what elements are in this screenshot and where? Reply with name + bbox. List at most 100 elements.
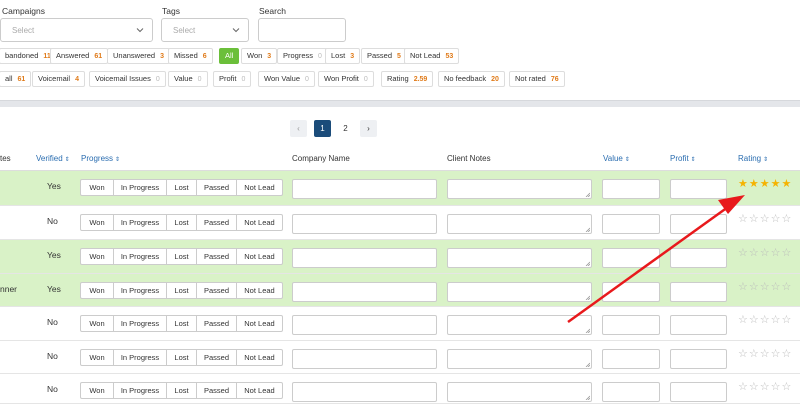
pagination-next-button[interactable]: › (360, 120, 377, 137)
progress-passed-button[interactable]: Passed (197, 180, 237, 195)
filter-chip-won-value[interactable]: Won Value 0 (258, 71, 315, 87)
profit-input[interactable] (670, 248, 727, 268)
filter-chip-progress[interactable]: Progress 0 (277, 48, 328, 64)
column-header-progress[interactable]: Progress ⇕ (81, 154, 120, 163)
pagination-page-1[interactable]: 1 (314, 120, 331, 137)
progress-in-progress-button[interactable]: In Progress (114, 383, 167, 398)
progress-lost-button[interactable]: Lost (167, 283, 197, 298)
profit-input[interactable] (670, 315, 727, 335)
client-notes-textarea[interactable] (447, 382, 592, 402)
filter-chip-not-rated[interactable]: Not rated 76 (509, 71, 565, 87)
value-input[interactable] (602, 248, 660, 268)
value-input[interactable] (602, 214, 660, 234)
progress-lost-button[interactable]: Lost (167, 249, 197, 264)
pagination-page-2[interactable]: 2 (337, 120, 354, 137)
filter-chip-profit[interactable]: Profit 0 (213, 71, 252, 87)
company-name-input[interactable] (292, 349, 437, 369)
value-input[interactable] (602, 179, 660, 199)
progress-passed-button[interactable]: Passed (197, 316, 237, 331)
progress-won-button[interactable]: Won (81, 215, 114, 230)
progress-in-progress-button[interactable]: In Progress (114, 350, 167, 365)
profit-input[interactable] (670, 349, 727, 369)
progress-lost-button[interactable]: Lost (167, 180, 197, 195)
column-header-name[interactable]: tes (0, 154, 11, 163)
progress-won-button[interactable]: Won (81, 350, 114, 365)
company-name-input[interactable] (292, 179, 437, 199)
progress-in-progress-button[interactable]: In Progress (114, 316, 167, 331)
value-input[interactable] (602, 349, 660, 369)
campaigns-select[interactable]: Select (0, 18, 153, 42)
progress-not-lead-button[interactable]: Not Lead (237, 249, 282, 264)
filter-chip-voicemail[interactable]: Voicemail 4 (32, 71, 86, 87)
progress-not-lead-button[interactable]: Not Lead (237, 316, 282, 331)
profit-input[interactable] (670, 382, 727, 402)
star-rating[interactable]: ☆☆☆☆☆ (738, 380, 792, 393)
star-rating[interactable]: ☆☆☆☆☆ (738, 246, 792, 259)
filter-chip-no-feedback[interactable]: No feedback 20 (438, 71, 505, 87)
progress-not-lead-button[interactable]: Not Lead (237, 383, 282, 398)
progress-won-button[interactable]: Won (81, 283, 114, 298)
progress-not-lead-button[interactable]: Not Lead (237, 215, 282, 230)
company-name-input[interactable] (292, 248, 437, 268)
filter-chip-won-profit[interactable]: Won Profit 0 (318, 71, 374, 87)
filter-chip-passed[interactable]: Passed 5 (361, 48, 407, 64)
tags-select[interactable]: Select (161, 18, 249, 42)
progress-won-button[interactable]: Won (81, 316, 114, 331)
progress-passed-button[interactable]: Passed (197, 383, 237, 398)
progress-won-button[interactable]: Won (81, 249, 114, 264)
star-rating[interactable]: ☆☆☆☆☆ (738, 313, 792, 326)
client-notes-textarea[interactable] (447, 179, 592, 199)
value-input[interactable] (602, 382, 660, 402)
filter-chip-abandoned[interactable]: bandoned 11 (0, 48, 57, 64)
star-rating[interactable]: ☆☆☆☆☆ (738, 212, 792, 225)
progress-in-progress-button[interactable]: In Progress (114, 215, 167, 230)
profit-input[interactable] (670, 282, 727, 302)
progress-lost-button[interactable]: Lost (167, 215, 197, 230)
company-name-input[interactable] (292, 382, 437, 402)
client-notes-textarea[interactable] (447, 214, 592, 234)
filter-chip-voicemail-issues[interactable]: Voicemail Issues 0 (89, 71, 166, 87)
client-notes-textarea[interactable] (447, 349, 592, 369)
client-notes-textarea[interactable] (447, 282, 592, 302)
client-notes-textarea[interactable] (447, 315, 592, 335)
filter-chip-won[interactable]: Won 3 (241, 48, 278, 64)
company-name-input[interactable] (292, 315, 437, 335)
progress-in-progress-button[interactable]: In Progress (114, 249, 167, 264)
progress-not-lead-button[interactable]: Not Lead (237, 180, 282, 195)
progress-won-button[interactable]: Won (81, 180, 114, 195)
filter-chip-rating[interactable]: Rating 2.59 (381, 71, 434, 87)
progress-in-progress-button[interactable]: In Progress (114, 180, 167, 195)
progress-lost-button[interactable]: Lost (167, 350, 197, 365)
star-rating[interactable]: ☆☆☆☆☆ (738, 347, 792, 360)
progress-passed-button[interactable]: Passed (197, 215, 237, 230)
column-header-rating[interactable]: Rating ⇕ (738, 154, 768, 163)
column-header-profit[interactable]: Profit ⇕ (670, 154, 696, 163)
progress-passed-button[interactable]: Passed (197, 350, 237, 365)
filter-chip-all-calls[interactable]: all 61 (0, 71, 32, 87)
profit-input[interactable] (670, 179, 727, 199)
search-input[interactable] (258, 18, 346, 42)
star-rating[interactable]: ☆☆☆☆☆ (738, 280, 792, 293)
progress-in-progress-button[interactable]: In Progress (114, 283, 167, 298)
progress-passed-button[interactable]: Passed (197, 249, 237, 264)
filter-chip-unanswered[interactable]: Unanswered 3 (107, 48, 171, 64)
profit-input[interactable] (670, 214, 727, 234)
progress-passed-button[interactable]: Passed (197, 283, 237, 298)
progress-not-lead-button[interactable]: Not Lead (237, 350, 282, 365)
progress-lost-button[interactable]: Lost (167, 383, 197, 398)
company-name-input[interactable] (292, 214, 437, 234)
column-header-value[interactable]: Value ⇕ (603, 154, 630, 163)
value-input[interactable] (602, 315, 660, 335)
company-name-input[interactable] (292, 282, 437, 302)
filter-chip-answered[interactable]: Answered 61 (50, 48, 109, 64)
filter-chip-missed[interactable]: Missed 6 (168, 48, 213, 64)
star-rating[interactable]: ★★★★★ (738, 177, 792, 190)
column-header-verified[interactable]: Verified ⇕ (36, 154, 70, 163)
client-notes-textarea[interactable] (447, 248, 592, 268)
filter-chip-value[interactable]: Value 0 (168, 71, 208, 87)
value-input[interactable] (602, 282, 660, 302)
filter-chip-not-lead[interactable]: Not Lead 53 (404, 48, 460, 64)
filter-chip-all[interactable]: All (219, 48, 240, 64)
filter-chip-lost[interactable]: Lost 3 (325, 48, 361, 64)
progress-won-button[interactable]: Won (81, 383, 114, 398)
